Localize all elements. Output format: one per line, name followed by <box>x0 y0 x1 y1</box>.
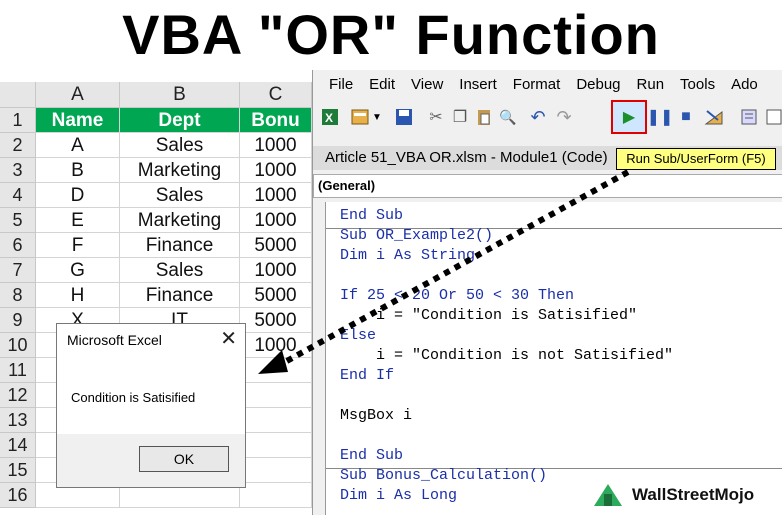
message-box-footer: OK <box>57 434 245 487</box>
ok-button[interactable]: OK <box>139 446 229 472</box>
close-icon[interactable]: ✕ <box>220 326 237 351</box>
arrow-head-icon <box>258 350 288 374</box>
message-text: Condition is Satisified <box>71 390 196 405</box>
wallstreetmojo-logo-icon <box>594 484 622 506</box>
message-box-title: Microsoft Excel <box>67 332 162 348</box>
watermark: WallStreetMojo <box>590 480 754 510</box>
watermark-text: WallStreetMojo <box>632 485 755 504</box>
message-box: Microsoft Excel ✕ Condition is Satisifie… <box>56 323 246 488</box>
